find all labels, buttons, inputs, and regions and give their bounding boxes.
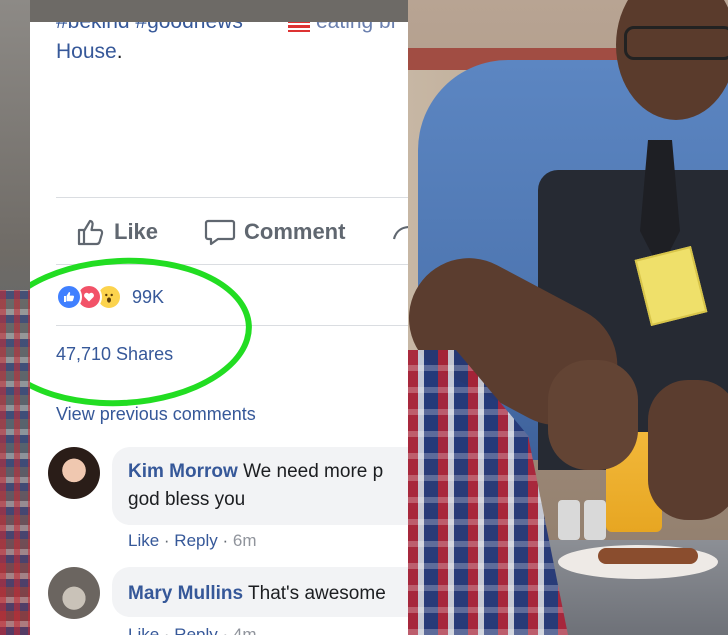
- comment-timestamp[interactable]: 6m: [233, 531, 257, 550]
- employee-hand: [548, 360, 638, 470]
- comment-meta: Like · Reply · 4m: [128, 625, 257, 635]
- comment-label: Comment: [244, 219, 346, 244]
- comment-bubble-icon: [204, 219, 236, 246]
- avatar[interactable]: [48, 567, 100, 619]
- share-button[interactable]: [392, 212, 408, 252]
- share-arrow-icon: [392, 226, 408, 240]
- separator: ·: [217, 625, 233, 635]
- comment-text: Mary Mullins That's awesome: [128, 583, 386, 605]
- comment-like-link[interactable]: Like: [128, 625, 159, 635]
- like-label: Like: [114, 219, 159, 244]
- separator: ·: [159, 531, 175, 550]
- comment-bubble: [112, 447, 408, 525]
- avatar[interactable]: [48, 447, 100, 499]
- comment-author[interactable]: Mary Mullins: [128, 583, 243, 604]
- comment-text-line2: god bless you: [128, 489, 246, 510]
- thumbs-up-icon: [77, 219, 104, 246]
- period: .: [116, 40, 123, 63]
- food: [598, 548, 698, 564]
- comment-body: That's awesome: [248, 583, 386, 604]
- post-text-line: House.: [56, 40, 123, 64]
- activity-text[interactable]: eating br: [316, 22, 398, 34]
- plaid-shirt-fragment: [0, 290, 30, 635]
- separator: ·: [217, 531, 233, 550]
- like-reaction-icon: [56, 284, 82, 310]
- comment-timestamp[interactable]: 4m: [233, 625, 257, 635]
- divider: [56, 325, 408, 326]
- reaction-count[interactable]: 99K: [132, 287, 164, 308]
- video-background-left: [0, 0, 30, 635]
- highlight-circle-annotation: [30, 251, 256, 413]
- comment-item: Kim Morrow We need more p god bless you …: [48, 447, 408, 557]
- comment-reply-link[interactable]: Reply: [174, 531, 217, 550]
- comment-like-link[interactable]: Like: [128, 531, 159, 550]
- comment-body: We need more p: [243, 461, 384, 482]
- comment-author[interactable]: Kim Morrow: [128, 461, 238, 482]
- comment-item: Mary Mullins That's awesome Like · Reply…: [48, 567, 408, 635]
- comment-meta: Like · Reply · 6m: [128, 531, 257, 551]
- pepper-shaker: [584, 500, 606, 540]
- divider: [56, 197, 408, 198]
- flag-icon: [288, 22, 310, 32]
- employee-hand: [648, 380, 728, 520]
- reactions-summary[interactable]: 99K: [56, 284, 164, 310]
- comment-button[interactable]: Comment: [204, 212, 345, 252]
- shares-count[interactable]: 47,710 Shares: [56, 344, 173, 365]
- comment-text: Kim Morrow We need more p: [128, 461, 383, 483]
- facebook-post-card: #bekind #goodnews eating br House. Like …: [30, 22, 408, 635]
- salt-shaker: [558, 500, 580, 540]
- house-link[interactable]: House: [56, 40, 117, 63]
- view-previous-comments-link[interactable]: View previous comments: [56, 404, 256, 425]
- video-photo: [408, 0, 728, 635]
- post-action-bar: Like Comment: [56, 212, 408, 252]
- employee-glasses: [624, 26, 728, 60]
- divider: [56, 264, 408, 265]
- like-button[interactable]: Like: [76, 212, 158, 252]
- hashtags[interactable]: #bekind #goodnews: [56, 22, 243, 33]
- comment-reply-link[interactable]: Reply: [174, 625, 217, 635]
- post-text-top: #bekind #goodnews: [56, 22, 243, 34]
- separator: ·: [159, 625, 175, 635]
